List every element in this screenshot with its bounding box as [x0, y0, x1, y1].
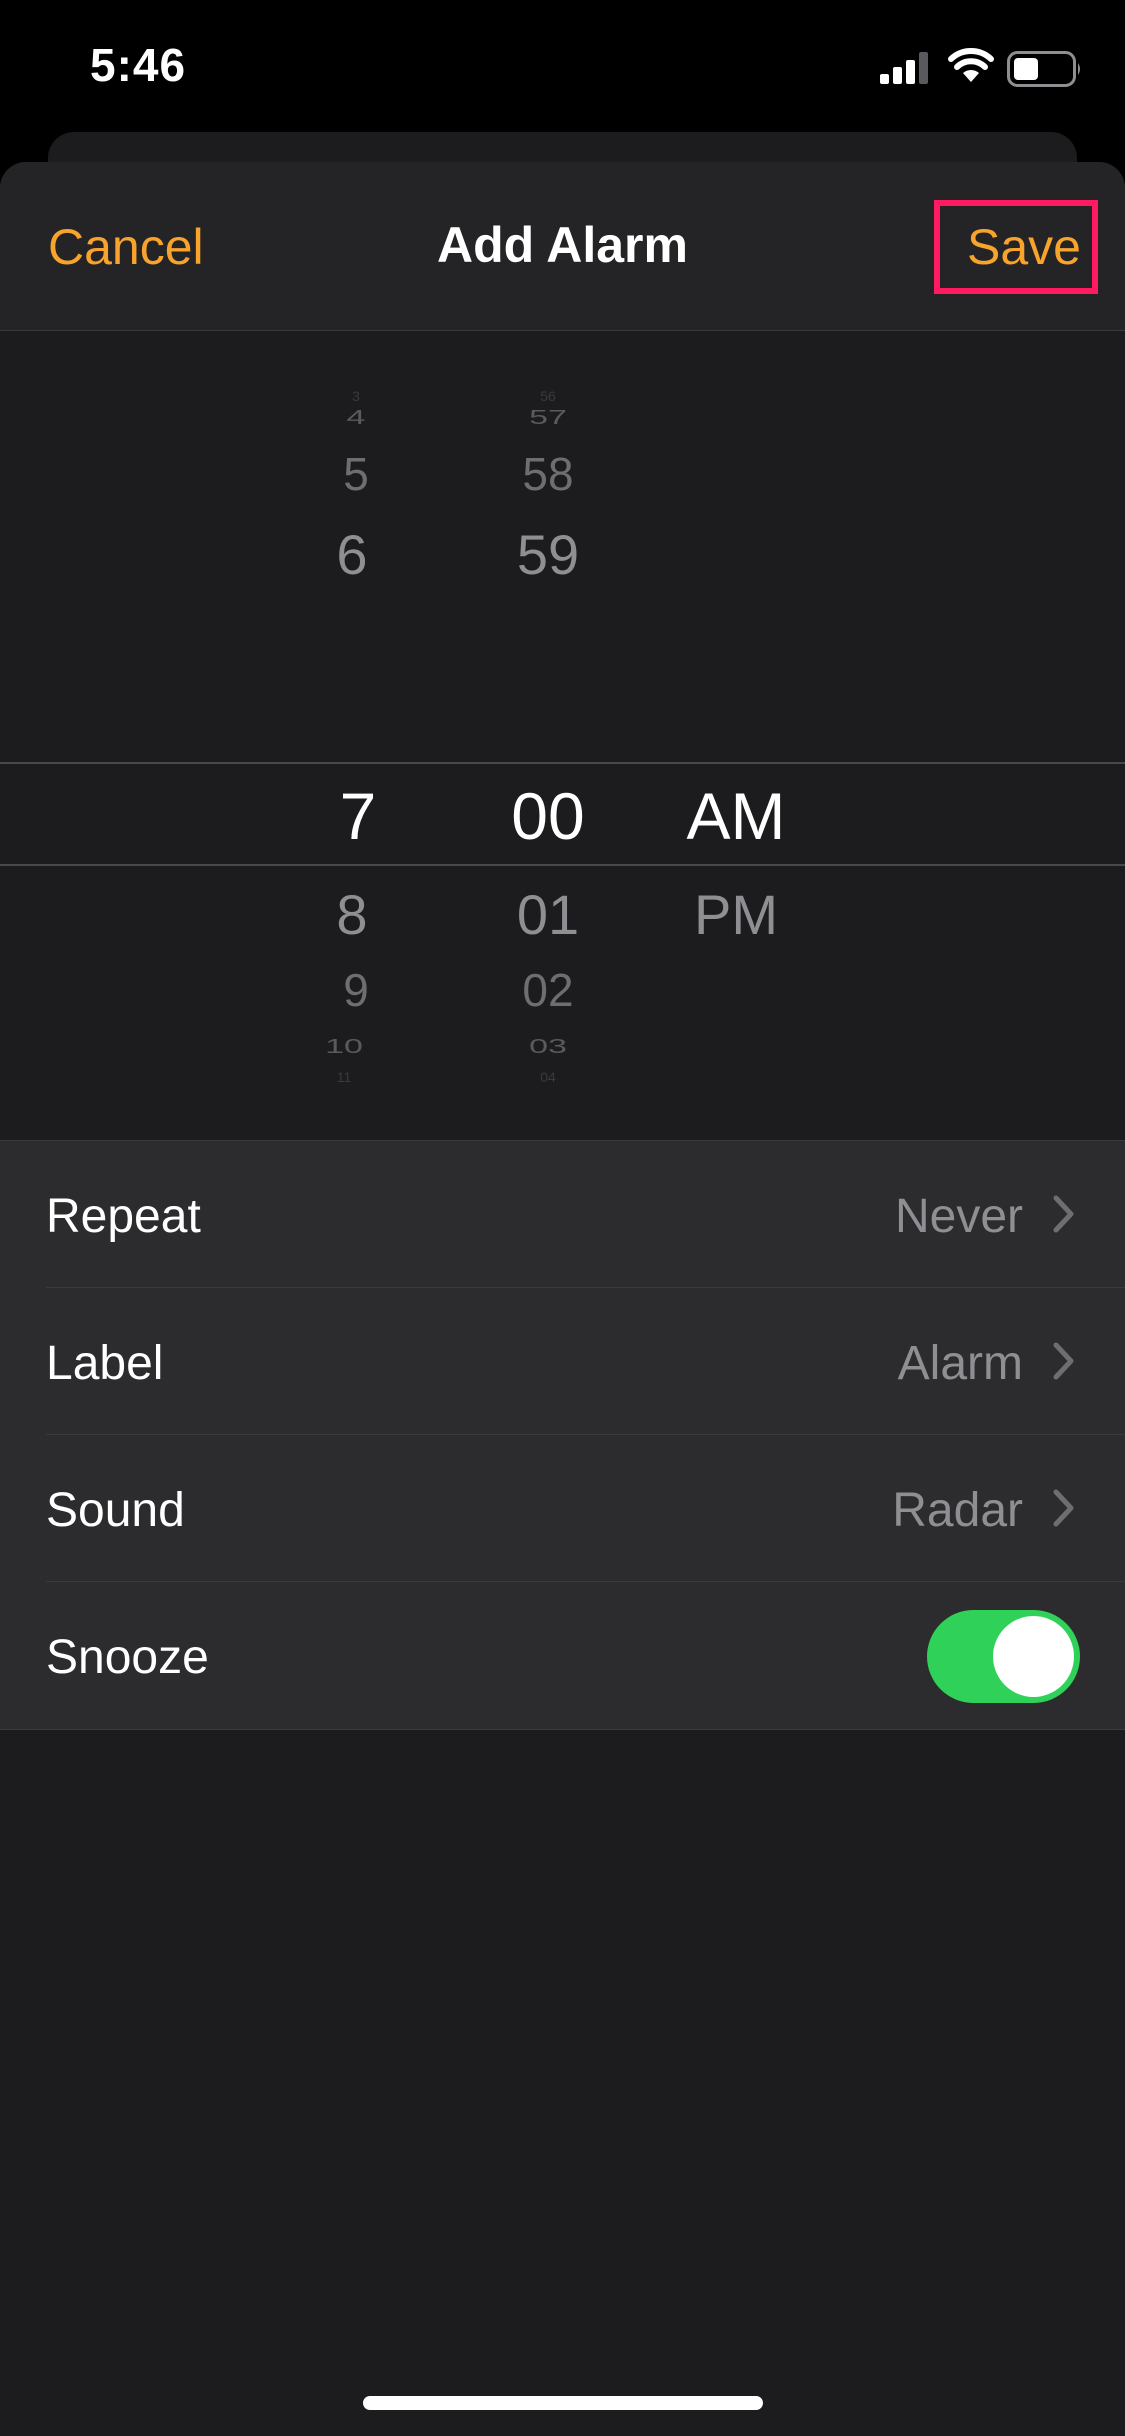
label-label: Label [46, 1337, 164, 1390]
chevron-right-icon [1053, 1195, 1074, 1233]
picker-minute-option[interactable]: 02 [468, 963, 628, 1017]
picker-hour-option[interactable]: 8 [272, 882, 432, 947]
picker-minute-selected[interactable]: 00 [468, 778, 628, 854]
alarm-settings-list: Repeat Never Label Alarm Sound Radar Sno… [0, 1140, 1125, 1730]
picker-period-option[interactable]: PM [656, 882, 816, 947]
status-time: 5:46 [90, 39, 187, 91]
chevron-right-icon [1053, 1489, 1074, 1527]
wifi-icon [948, 48, 994, 82]
snooze-label: Snooze [46, 1631, 209, 1684]
picker-hour-option[interactable]: 3 [276, 388, 436, 404]
repeat-label: Repeat [46, 1190, 201, 1243]
home-indicator[interactable] [363, 2396, 763, 2410]
repeat-value: Never [894, 1190, 1023, 1243]
picker-hour-option[interactable]: 6 [272, 522, 432, 587]
cellular-signal-icon [880, 52, 928, 84]
screen: 5:46 Cancel Add Alarm Save 3 4 5 6 7 8 9… [0, 0, 1125, 2436]
chevron-right-icon [1053, 1342, 1074, 1380]
sound-label: Sound [46, 1484, 185, 1537]
picker-minute-option[interactable]: 59 [468, 522, 628, 587]
picker-period-selected[interactable]: AM [656, 778, 816, 854]
snooze-row: Snooze [0, 1582, 1125, 1729]
picker-hour-selected[interactable]: 7 [278, 778, 438, 854]
save-button[interactable]: Save [967, 218, 1081, 276]
picker-minute-option[interactable]: 01 [468, 882, 628, 947]
picker-hour-option[interactable]: 10 [264, 1035, 424, 1058]
picker-minute-option[interactable]: 04 [468, 1069, 628, 1085]
time-picker[interactable]: 3 4 5 6 7 8 9 10 11 56 57 58 59 00 01 02… [0, 330, 1125, 1140]
picker-minute-option[interactable]: 58 [468, 447, 628, 501]
picker-hour-option[interactable]: 11 [264, 1069, 424, 1085]
picker-minute-option[interactable]: 56 [468, 388, 628, 404]
picker-hour-option[interactable]: 9 [276, 963, 436, 1017]
picker-hour-option[interactable]: 4 [276, 406, 436, 429]
sound-value: Radar [892, 1484, 1023, 1537]
toggle-knob [993, 1616, 1074, 1697]
add-alarm-sheet: Cancel Add Alarm Save 3 4 5 6 7 8 9 10 1… [0, 162, 1125, 2436]
repeat-row[interactable]: Repeat Never [0, 1141, 1125, 1288]
nav-bar: Cancel Add Alarm Save [0, 162, 1125, 331]
battery-icon [1007, 51, 1080, 87]
picker-minute-option[interactable]: 57 [468, 406, 628, 429]
picker-hour-option[interactable]: 5 [276, 447, 436, 501]
label-value: Alarm [897, 1337, 1023, 1390]
sound-row[interactable]: Sound Radar [0, 1435, 1125, 1582]
picker-minute-option[interactable]: 03 [468, 1035, 628, 1058]
snooze-toggle[interactable] [927, 1610, 1080, 1703]
label-row[interactable]: Label Alarm [0, 1288, 1125, 1435]
